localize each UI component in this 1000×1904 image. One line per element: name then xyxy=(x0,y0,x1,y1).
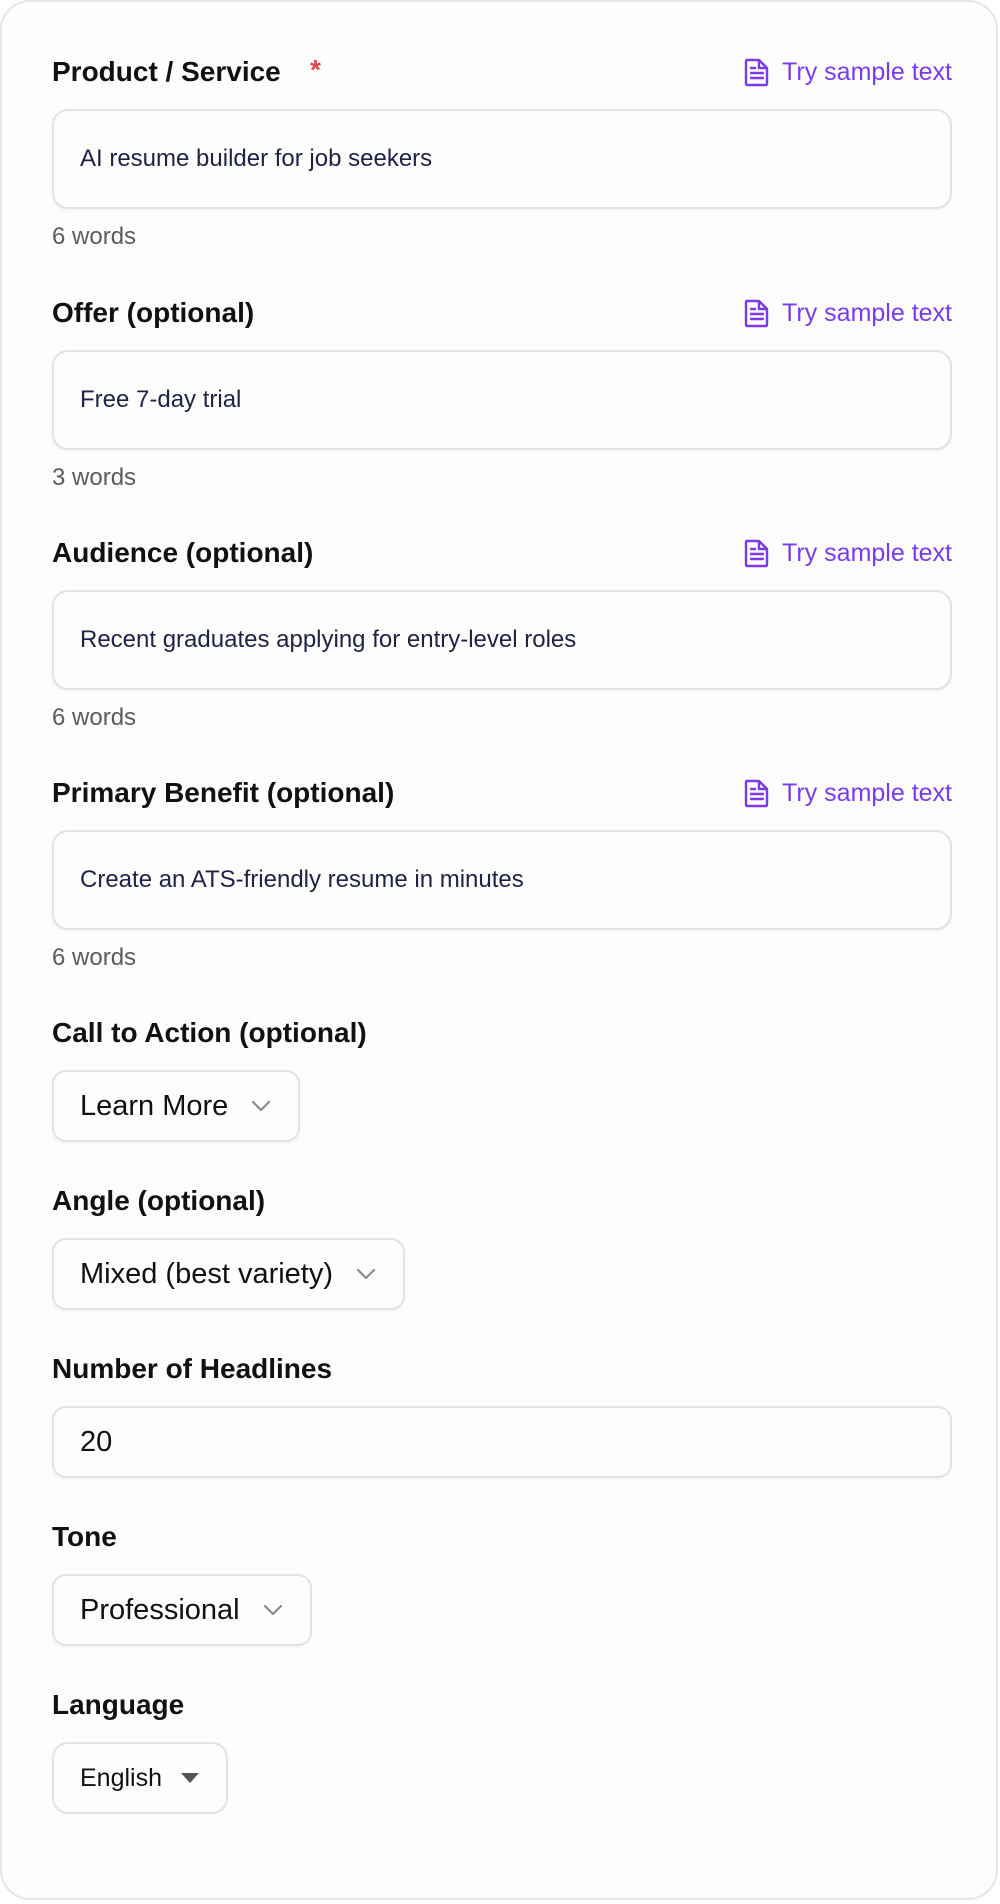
headlines-field: Number of Headlines 20 xyxy=(52,1349,952,1478)
language-select[interactable]: English xyxy=(52,1742,228,1814)
tone-label-row: Tone xyxy=(52,1517,952,1557)
form-card: Product / Service * Try sample text AI r… xyxy=(0,0,998,1900)
cta-selected-value: Learn More xyxy=(80,1089,229,1122)
cta-label-row: Call to Action (optional) xyxy=(52,1013,952,1053)
try-sample-label: Try sample text xyxy=(782,299,952,327)
chevron-down-icon xyxy=(263,1604,282,1616)
headlines-label-row: Number of Headlines xyxy=(52,1349,952,1389)
offer-field: Offer (optional) Try sample text Free 7-… xyxy=(52,293,952,491)
tone-field: Tone Professional xyxy=(52,1517,952,1646)
tone-label: Tone xyxy=(52,1521,117,1552)
audience-field: Audience (optional) Try sample text Rece… xyxy=(52,533,952,731)
document-icon xyxy=(744,299,769,328)
benefit-try-sample-link[interactable]: Try sample text xyxy=(744,773,952,813)
audience-label-row: Audience (optional) Try sample text xyxy=(52,533,952,573)
benefit-word-count: 6 words xyxy=(52,944,137,971)
product-field: Product / Service * Try sample text AI r… xyxy=(52,52,952,250)
chevron-down-icon xyxy=(356,1268,376,1280)
language-field: Language English xyxy=(52,1685,952,1814)
try-sample-label: Try sample text xyxy=(782,779,952,807)
angle-field: Angle (optional) Mixed (best variety) xyxy=(52,1181,952,1310)
product-input[interactable]: AI resume builder for job seekers xyxy=(52,109,952,209)
benefit-label-row: Primary Benefit (optional) Try sample te… xyxy=(52,773,952,813)
product-word-count: 6 words xyxy=(52,223,137,250)
language-label-row: Language xyxy=(52,1685,952,1725)
angle-label: Angle (optional) xyxy=(52,1185,266,1216)
tone-selected-value: Professional xyxy=(80,1593,240,1626)
angle-selected-value: Mixed (best variety) xyxy=(80,1257,334,1290)
chevron-down-icon xyxy=(252,1100,271,1112)
headlines-number-input[interactable]: 20 xyxy=(52,1406,952,1478)
cta-label: Call to Action (optional) xyxy=(52,1017,367,1048)
offer-label: Offer (optional) xyxy=(52,297,255,328)
cta-field: Call to Action (optional) Learn More xyxy=(52,1013,952,1142)
offer-label-row: Offer (optional) Try sample text xyxy=(52,293,952,333)
caret-down-icon xyxy=(181,1773,199,1783)
angle-select[interactable]: Mixed (best variety) xyxy=(52,1238,406,1310)
tone-select[interactable]: Professional xyxy=(52,1574,312,1646)
document-icon xyxy=(744,779,769,808)
offer-input[interactable]: Free 7-day trial xyxy=(52,350,952,450)
try-sample-label: Try sample text xyxy=(782,58,952,86)
angle-label-row: Angle (optional) xyxy=(52,1181,952,1221)
language-selected-value: English xyxy=(80,1763,162,1792)
required-marker: * xyxy=(310,54,321,85)
audience-label: Audience (optional) xyxy=(52,537,314,568)
offer-word-count: 3 words xyxy=(52,464,137,491)
product-try-sample-link[interactable]: Try sample text xyxy=(744,52,952,92)
try-sample-label: Try sample text xyxy=(782,539,952,567)
headlines-label: Number of Headlines xyxy=(52,1353,333,1384)
audience-word-count: 6 words xyxy=(52,704,137,731)
benefit-label: Primary Benefit (optional) xyxy=(52,777,395,808)
benefit-input[interactable]: Create an ATS-friendly resume in minutes xyxy=(52,830,952,930)
document-icon xyxy=(744,539,769,568)
benefit-field: Primary Benefit (optional) Try sample te… xyxy=(52,773,952,971)
audience-try-sample-link[interactable]: Try sample text xyxy=(744,533,952,573)
product-label: Product / Service xyxy=(52,56,281,87)
language-label: Language xyxy=(52,1689,185,1720)
document-icon xyxy=(744,58,769,87)
product-label-row: Product / Service * Try sample text xyxy=(52,52,952,92)
audience-input[interactable]: Recent graduates applying for entry-leve… xyxy=(52,590,952,690)
cta-select[interactable]: Learn More xyxy=(52,1070,301,1142)
offer-try-sample-link[interactable]: Try sample text xyxy=(744,293,952,333)
